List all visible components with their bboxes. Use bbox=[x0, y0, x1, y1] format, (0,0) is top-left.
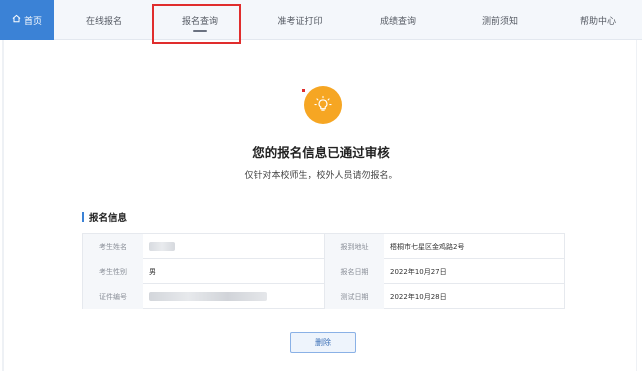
nav-home-label: 首页 bbox=[23, 16, 42, 27]
label-id-number: 证件编号 bbox=[83, 284, 143, 309]
redacted-id-number bbox=[149, 292, 267, 301]
right-border bbox=[636, 40, 637, 371]
value-candidate-name bbox=[143, 234, 324, 259]
value-id-number bbox=[143, 284, 324, 309]
registration-info-table: 考生姓名 报到地址 梧桐市七星区金鸡路2号 考生性别 男 报名日期 2022年1… bbox=[82, 233, 565, 309]
nav-admission-ticket-print[interactable]: 准考证打印 bbox=[262, 0, 338, 40]
nav-pre-test-notice[interactable]: 测前须知 bbox=[462, 0, 538, 40]
table-row: 证件编号 测试日期 2022年10月28日 bbox=[83, 284, 564, 309]
nav-online-registration[interactable]: 在线报名 bbox=[66, 0, 142, 40]
status-title: 您的报名信息已通过审核 bbox=[252, 145, 390, 160]
status-subtitle: 仅针对本校师生，校外人员请勿报名。 bbox=[244, 171, 398, 181]
nav-home[interactable]: 首页 bbox=[0, 0, 54, 40]
nav-score-query[interactable]: 成绩查询 bbox=[360, 0, 436, 40]
delete-button[interactable]: 删除 bbox=[290, 332, 356, 353]
lightbulb-icon bbox=[304, 86, 342, 124]
table-row: 考生性别 男 报名日期 2022年10月27日 bbox=[83, 259, 564, 284]
value-candidate-gender: 男 bbox=[149, 267, 156, 276]
redacted-name bbox=[149, 242, 175, 251]
label-test-date: 测试日期 bbox=[324, 284, 384, 309]
table-row: 考生姓名 报到地址 梧桐市七星区金鸡路2号 bbox=[83, 234, 564, 259]
page: 首页 在线报名 报名查询 准考证打印 成绩查询 测前须知 帮助中心 您的报名信息… bbox=[0, 0, 642, 371]
label-registration-date: 报名日期 bbox=[324, 259, 384, 284]
left-border bbox=[2, 40, 4, 371]
value-registration-date: 2022年10月27日 bbox=[390, 267, 447, 276]
section-title: 报名信息 bbox=[89, 213, 128, 224]
top-nav: 首页 在线报名 报名查询 准考证打印 成绩查询 测前须知 帮助中心 bbox=[0, 0, 642, 40]
home-icon bbox=[12, 14, 21, 26]
red-marker-dot bbox=[302, 89, 305, 92]
label-candidate-name: 考生姓名 bbox=[83, 234, 143, 259]
nav-help-center[interactable]: 帮助中心 bbox=[560, 0, 636, 40]
label-report-address: 报到地址 bbox=[324, 234, 384, 259]
value-test-date: 2022年10月28日 bbox=[390, 292, 447, 301]
highlight-annotation-box bbox=[152, 4, 241, 44]
label-candidate-gender: 考生性别 bbox=[83, 259, 143, 284]
section-accent-bar bbox=[82, 212, 84, 222]
value-report-address: 梧桐市七星区金鸡路2号 bbox=[390, 242, 465, 251]
